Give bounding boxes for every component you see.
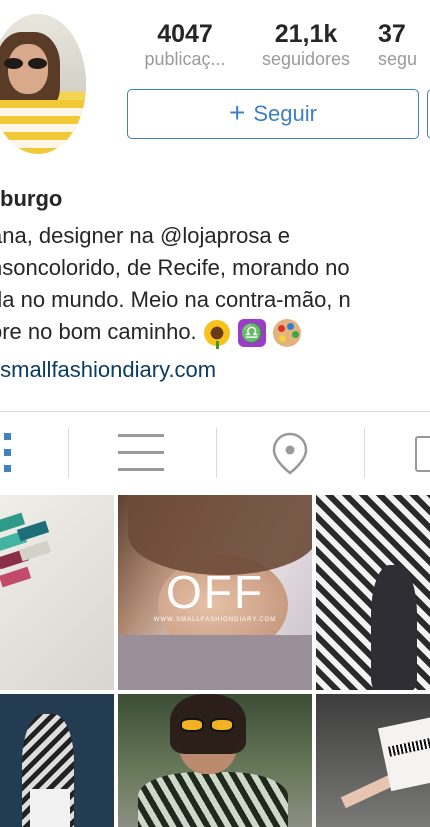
bio-line: da no mundo. Meio na contra-mão, n xyxy=(0,287,351,312)
post-thumbnail[interactable] xyxy=(316,495,430,690)
tab-list[interactable] xyxy=(118,434,166,474)
posts-label: publicaç... xyxy=(144,49,226,69)
profile-username: burgo xyxy=(0,186,63,211)
divider xyxy=(0,411,430,412)
bio-line-text: ore no bom caminho. xyxy=(0,319,197,344)
post-overlay-text: OFF xyxy=(166,566,264,618)
tab-grid[interactable] xyxy=(0,430,60,476)
post-thumbnail[interactable] xyxy=(0,694,114,827)
following-label: segu xyxy=(378,49,418,69)
profile-website-link[interactable]: .smallfashiondiary.com xyxy=(0,357,216,383)
post-thumbnail[interactable]: OFF WWW.SMALLFASHIONDIARY.COM xyxy=(118,495,312,690)
followers-count: 21,1k xyxy=(274,20,338,48)
bio-line: ana, designer na @lojaprosa e xyxy=(0,223,290,248)
stat-following[interactable]: 37 segu xyxy=(378,20,430,70)
palette-emoji xyxy=(272,319,301,348)
tagged-photo-icon xyxy=(415,436,430,472)
followers-label: seguidores xyxy=(261,49,351,69)
tab-separator xyxy=(68,428,69,478)
libra-emoji: ♎ xyxy=(237,319,266,348)
following-count: 37 xyxy=(378,20,406,48)
follow-label: Seguir xyxy=(253,101,317,126)
location-pin-icon xyxy=(272,432,308,475)
tab-separator xyxy=(364,428,365,478)
post-watermark: WWW.SMALLFASHIONDIARY.COM xyxy=(153,617,277,623)
tab-location[interactable] xyxy=(270,430,310,476)
posts-count: 4047 xyxy=(157,20,213,48)
sunflower-emoji xyxy=(203,319,231,350)
follow-button[interactable]: + Seguir xyxy=(127,89,419,139)
post-thumbnail[interactable] xyxy=(316,694,430,827)
tab-separator xyxy=(216,428,217,478)
plus-icon: + xyxy=(229,96,246,128)
stat-followers[interactable]: 21,1k seguidores xyxy=(250,20,362,70)
profile-bio: ana, designer na @lojaprosa e nsoncolori… xyxy=(0,220,351,350)
profile-avatar[interactable] xyxy=(0,14,86,154)
grid-icon xyxy=(4,433,16,475)
list-icon xyxy=(118,434,164,472)
post-thumbnail[interactable] xyxy=(118,694,312,827)
bio-line: nsoncolorido, de Recife, morando no xyxy=(0,255,350,280)
tab-tagged[interactable] xyxy=(412,436,430,476)
bio-line-last: ore no bom caminho. ♎ xyxy=(0,316,351,350)
stat-posts[interactable]: 4047 publicaç... xyxy=(130,20,240,70)
post-thumbnail[interactable] xyxy=(0,495,114,690)
